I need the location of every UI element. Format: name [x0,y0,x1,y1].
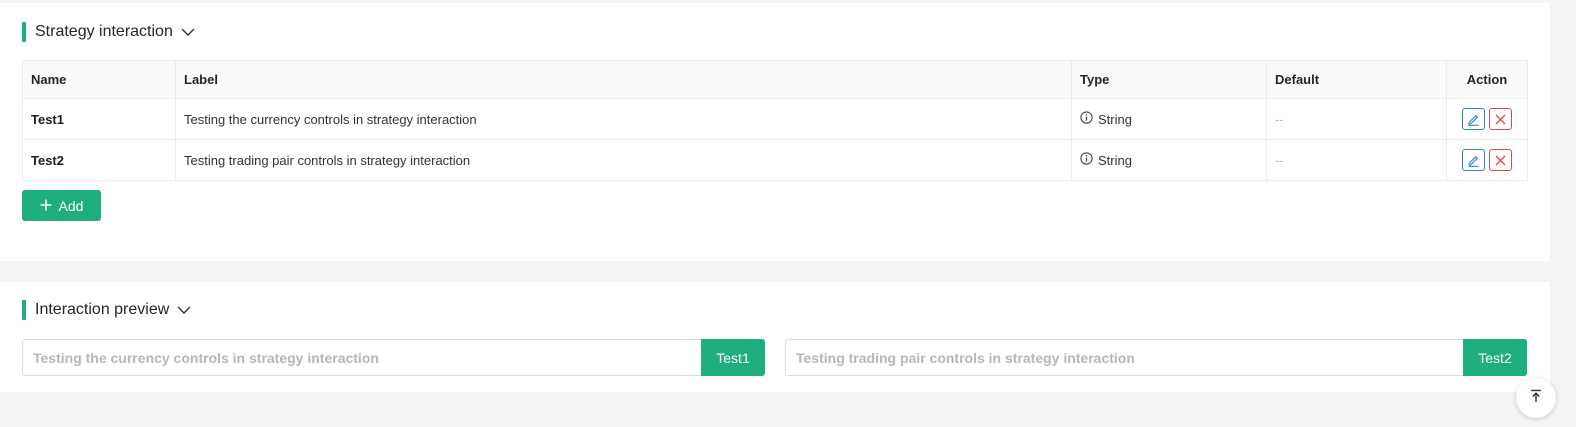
chevron-down-icon[interactable] [181,28,195,37]
info-circle-icon[interactable] [1080,152,1093,168]
section-accent-bar [22,22,26,42]
info-circle-icon[interactable] [1080,111,1093,127]
row-label: Testing trading pair controls in strateg… [175,139,1072,181]
table-row: Test1 Testing the currency controls in s… [22,98,1528,140]
preview-input[interactable] [22,339,701,376]
column-header-name: Name [22,60,176,99]
section-title: Interaction preview [35,301,170,318]
row-actions [1446,98,1528,140]
edit-button[interactable] [1462,108,1485,130]
row-type-label: String [1098,111,1132,127]
chevron-down-icon[interactable] [177,306,191,315]
row-name: Test2 [22,139,176,181]
add-button-label: Add [58,197,84,214]
delete-button[interactable] [1489,149,1512,171]
pencil-icon [1468,114,1479,126]
close-icon [1495,114,1506,124]
strategy-interaction-header: Strategy interaction [22,22,195,42]
row-default: -- [1266,139,1447,181]
add-button[interactable]: Add [22,190,101,221]
column-header-default: Default [1266,60,1447,99]
column-header-type: Type [1071,60,1267,99]
interaction-preview-header: Interaction preview [22,300,191,320]
edit-button[interactable] [1462,149,1485,171]
back-to-top-button[interactable] [1516,378,1556,418]
preview-field-group: Test2 [785,339,1527,376]
table-row: Test2 Testing trading pair controls in s… [22,139,1528,181]
close-icon [1495,155,1506,165]
strategy-table: Name Label Type Default Action Test1 Tes… [22,60,1528,181]
column-header-action: Action [1446,60,1528,99]
row-type: String [1071,139,1267,181]
row-name: Test1 [22,98,176,140]
interaction-preview-panel: Interaction preview Test1 Test2 [0,282,1550,392]
row-type-label: String [1098,152,1132,168]
row-default: -- [1266,98,1447,140]
delete-button[interactable] [1489,108,1512,130]
column-header-label: Label [175,60,1072,99]
row-type: String [1071,98,1267,140]
pencil-icon [1468,155,1479,167]
section-title: Strategy interaction [35,23,173,40]
strategy-interaction-panel: Strategy interaction Name Label Type Def… [0,3,1550,261]
row-actions [1446,139,1528,181]
preview-addon[interactable]: Test2 [1463,339,1527,376]
plus-icon [40,198,52,214]
preview-input[interactable] [785,339,1463,376]
table-header-row: Name Label Type Default Action [22,60,1528,99]
preview-field-group: Test1 [22,339,765,376]
arrow-up-to-line-icon [1529,389,1543,408]
row-label: Testing the currency controls in strateg… [175,98,1072,140]
preview-addon[interactable]: Test1 [701,339,765,376]
section-accent-bar [22,300,26,320]
